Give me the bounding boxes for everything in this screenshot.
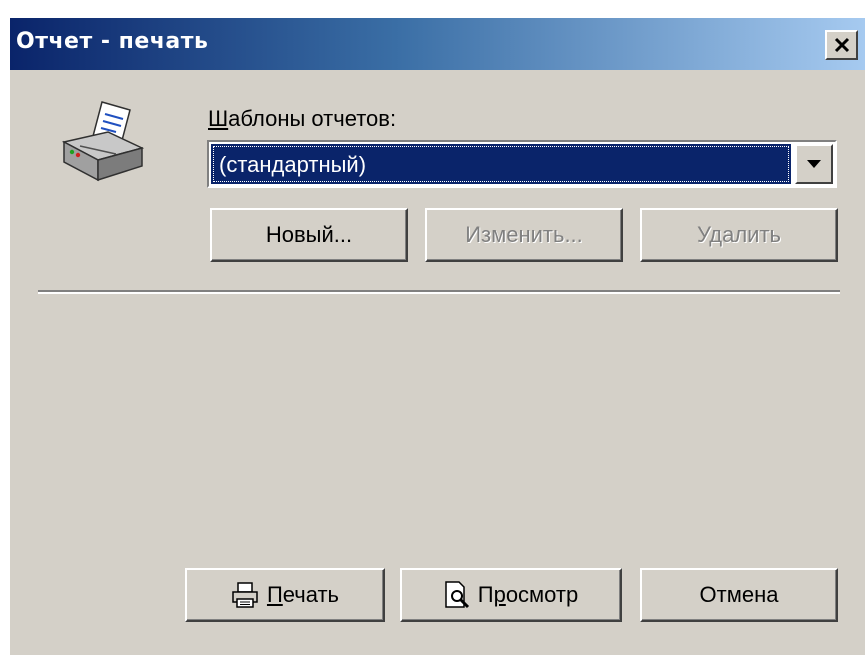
print-label-text: ечать (282, 582, 340, 607)
cancel-button[interactable]: Отмена (640, 568, 838, 622)
chevron-down-icon (807, 160, 821, 168)
templates-label-mnemonic: Ш (208, 106, 229, 131)
close-button[interactable] (825, 30, 858, 60)
dropdown-button[interactable] (795, 144, 833, 184)
delete-template-button[interactable]: Удалить (640, 208, 838, 262)
close-icon (834, 37, 849, 53)
report-print-dialog: Отчет - печать Шаблоны отчетов: (стандар… (10, 18, 865, 655)
edit-template-button[interactable]: Изменить... (425, 208, 623, 262)
new-template-label: Новый... (265, 222, 353, 247)
selected-template-value: (стандартный) (219, 152, 367, 177)
separator (38, 290, 840, 294)
new-template-button[interactable]: Новый... (210, 208, 408, 262)
templates-label-text: аблоны отчетов: (228, 106, 397, 131)
printer-small-icon (231, 582, 259, 608)
print-button[interactable]: Печать (185, 568, 385, 622)
print-preview-icon (444, 581, 470, 609)
printer-icon (61, 101, 145, 182)
edit-template-label: Изменить... (465, 222, 583, 247)
preview-button[interactable]: Пр осмотр (400, 568, 622, 622)
preview-label-prefix: П (477, 582, 494, 607)
preview-label-text: осмотр (505, 582, 579, 607)
templates-label: Шаблоны отчетов: (208, 106, 396, 132)
cancel-label: Отмена (699, 582, 779, 607)
title-bar[interactable]: Отчет - печать (10, 18, 865, 70)
print-label-mnemonic: П (266, 582, 283, 607)
window-title: Отчет - печать (16, 29, 209, 54)
delete-template-label: Удалить (697, 222, 781, 247)
report-template-select[interactable]: (стандартный) (207, 140, 837, 188)
selected-template-highlight: (стандартный) (211, 144, 791, 184)
preview-label-mnemonic: р (493, 582, 506, 607)
